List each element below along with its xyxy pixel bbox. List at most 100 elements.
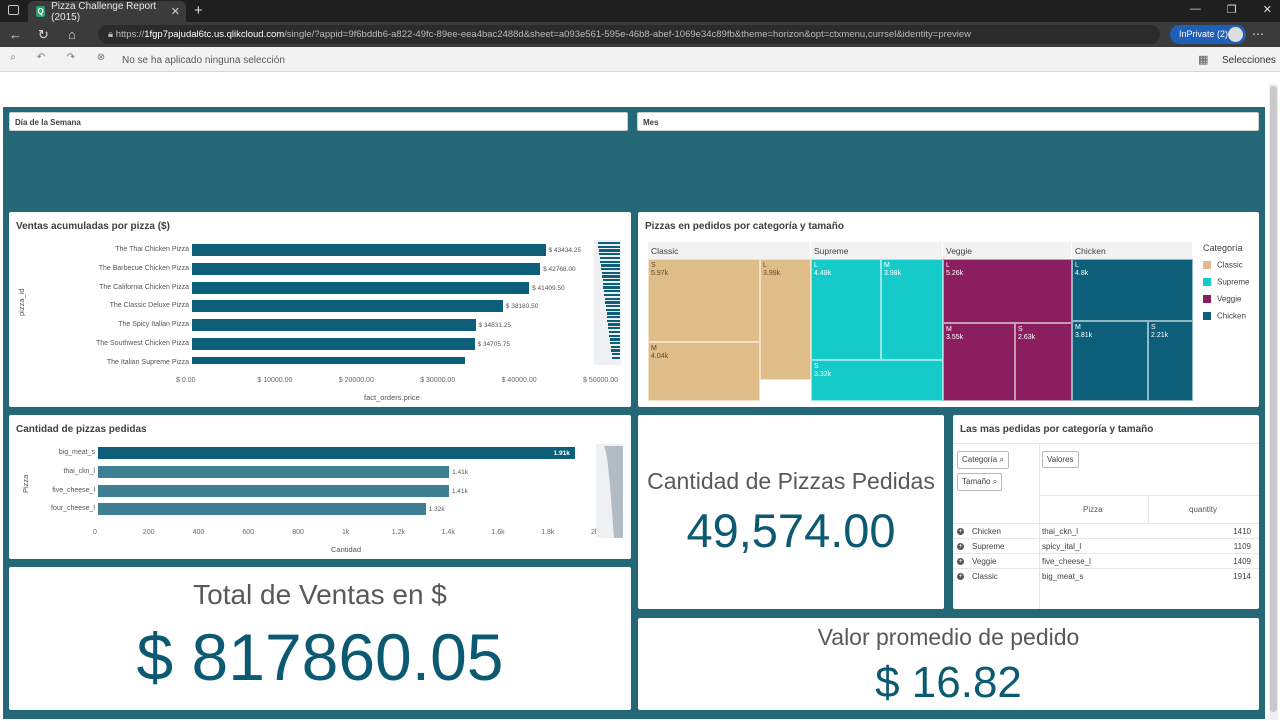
- treemap-cell[interactable]: M 3.98k: [881, 259, 943, 360]
- treemap-cell[interactable]: M 3.55k: [943, 323, 1015, 401]
- cell-size: S: [1018, 326, 1023, 333]
- cell-quantity: 1914: [1233, 572, 1251, 581]
- refresh-icon[interactable]: ↻: [38, 27, 49, 43]
- kpi-quantity-panel[interactable]: Cantidad de Pizzas Pedidas 49,574.00: [638, 415, 944, 609]
- treemap-cell[interactable]: L 5.26k: [943, 259, 1072, 323]
- data-label: $ 43434.25: [548, 247, 582, 254]
- clear-selections-icon[interactable]: ⊗: [94, 52, 108, 66]
- x-tick-label: 600: [242, 529, 255, 536]
- cell-value: 4.48k: [814, 270, 832, 277]
- treemap-cell[interactable]: S 3.32k: [811, 360, 943, 401]
- close-window-icon[interactable]: ✕: [1263, 3, 1272, 16]
- column-header-pizza[interactable]: Pizza: [1083, 505, 1103, 514]
- restore-icon[interactable]: ❐: [1227, 3, 1237, 16]
- browser-tab[interactable]: Q Pizza Challenge Report (2015) ✕: [28, 1, 186, 23]
- minimize-icon[interactable]: —: [1190, 3, 1201, 16]
- treemap-panel[interactable]: Pizzas en pedidos por categoría y tamaño…: [638, 212, 1259, 407]
- expand-icon[interactable]: +: [957, 528, 964, 535]
- smart-search-icon[interactable]: ⌕: [6, 52, 20, 66]
- mini-chart-preview: [596, 444, 623, 538]
- bar[interactable]: [192, 244, 546, 256]
- treemap-cell[interactable]: M 4.04k: [648, 342, 760, 401]
- bar[interactable]: [192, 338, 475, 350]
- bar[interactable]: [98, 503, 426, 516]
- dimension-chip-category[interactable]: Categoría ⌕: [957, 451, 1009, 469]
- url-path: /single/?appid=9f6bddb6-a822-49fc-89ee-e…: [284, 29, 972, 40]
- table-row[interactable]: + Chicken thai_ckn_l 1410: [953, 523, 1259, 538]
- bar[interactable]: [192, 262, 541, 275]
- top-table-panel[interactable]: Las mas pedidas por categoría y tamaño C…: [953, 415, 1259, 609]
- cell-category: Classic: [972, 572, 998, 581]
- scrollbar-thumb[interactable]: [1270, 86, 1277, 712]
- mini-bar: [605, 301, 620, 304]
- treemap-cell[interactable]: S 2.63k: [1015, 323, 1072, 401]
- mini-bar: [599, 256, 620, 260]
- legend-item[interactable]: Veggie: [1203, 294, 1241, 303]
- bar[interactable]: [98, 465, 450, 478]
- bar[interactable]: [192, 319, 476, 332]
- chip-label: Tamaño: [962, 477, 991, 486]
- treemap-cell[interactable]: L 4.8k: [1072, 259, 1193, 321]
- address-bar[interactable]: 🔒︎ https://1fgp7pajudal6tc.us.qlikcloud.…: [98, 25, 1160, 44]
- legend-item[interactable]: Chicken: [1203, 311, 1246, 320]
- lock-icon: 🔒︎: [108, 29, 116, 40]
- more-icon[interactable]: ⋯: [1252, 27, 1264, 41]
- bar[interactable]: [98, 447, 575, 459]
- close-tab-icon[interactable]: ✕: [171, 5, 180, 18]
- mini-bar: [610, 345, 620, 348]
- bar[interactable]: [192, 281, 530, 294]
- legend-item[interactable]: Supreme: [1203, 277, 1249, 286]
- table-row[interactable]: + Supreme spicy_ital_l 1109: [953, 538, 1259, 553]
- table-row[interactable]: + Classic big_meat_s 1914: [953, 568, 1259, 583]
- selections-button[interactable]: Selecciones: [1222, 55, 1276, 66]
- home-icon[interactable]: ⌂: [68, 27, 76, 42]
- filter-day-of-week[interactable]: Día de la Semana: [9, 112, 628, 131]
- mini-bar: [602, 282, 620, 286]
- treemap-cell-label: S 2.21k: [1151, 324, 1168, 340]
- cell-value: 3.98k: [884, 270, 902, 277]
- cell-size: L: [814, 262, 818, 269]
- bar[interactable]: [192, 356, 465, 364]
- data-label: $ 42768.00: [543, 265, 576, 273]
- expand-icon[interactable]: +: [957, 573, 964, 580]
- category-label: four_cheese_l: [51, 505, 95, 513]
- back-icon[interactable]: ←: [9, 27, 22, 42]
- bar[interactable]: [192, 300, 503, 313]
- data-label: 1.91k: [553, 450, 570, 457]
- step-forward-icon[interactable]: ↷: [64, 52, 78, 66]
- cell-pizza: thai_ckn_l: [1042, 527, 1079, 536]
- quantity-chart-panel[interactable]: Cantidad de pizzas pedidas big_meat_s 1.9…: [9, 415, 631, 559]
- column-header-quantity[interactable]: quantity: [1189, 505, 1217, 514]
- mini-bar: [607, 323, 620, 326]
- treemap-cell[interactable]: L 3.99k: [760, 259, 811, 380]
- values-chip[interactable]: Valores: [1042, 451, 1079, 468]
- expand-icon[interactable]: +: [957, 558, 964, 565]
- cell-value: 2.63k: [1018, 334, 1036, 341]
- new-tab-icon[interactable]: +: [194, 2, 203, 19]
- kpi-label: Cantidad de Pizzas Pedidas: [647, 468, 935, 494]
- treemap-cell[interactable]: S 2.21k: [1148, 321, 1193, 401]
- table-row[interactable]: + Veggie five_cheese_l 1409: [953, 553, 1259, 568]
- cell-category: Chicken: [972, 527, 1001, 536]
- treemap-cell[interactable]: S 5.97k: [648, 259, 760, 342]
- treemap-cell[interactable]: L 4.48k: [811, 259, 881, 360]
- treemap-cell[interactable]: M 3.81k: [1072, 321, 1148, 401]
- legend-item[interactable]: Classic: [1203, 260, 1243, 269]
- dimension-chip-size[interactable]: Tamaño ⌕: [957, 473, 1003, 491]
- filter-month[interactable]: Mes: [637, 112, 1259, 131]
- mini-chart-scrollbar[interactable]: [596, 444, 623, 538]
- step-back-icon[interactable]: ↶: [34, 52, 48, 66]
- kpi-total-panel[interactable]: Total de Ventas en $ $ 817860.05: [9, 567, 631, 710]
- mini-bar: [599, 253, 620, 256]
- sales-chart-panel[interactable]: Ventas acumuladas por pizza ($) The Thai…: [9, 212, 631, 407]
- kpi-average-panel[interactable]: Valor promedio de pedido $ 16.82: [638, 618, 1259, 710]
- avatar[interactable]: [1228, 27, 1243, 42]
- mini-chart-scrollbar[interactable]: [594, 240, 621, 365]
- legend-swatch: [1203, 260, 1211, 269]
- tab-actions-icon[interactable]: [8, 5, 19, 15]
- bar[interactable]: [98, 484, 449, 497]
- scrollbar[interactable]: [1269, 84, 1278, 720]
- expand-icon[interactable]: +: [957, 543, 964, 550]
- legend-swatch: [1203, 294, 1211, 303]
- selections-icon[interactable]: ▦: [1198, 53, 1208, 66]
